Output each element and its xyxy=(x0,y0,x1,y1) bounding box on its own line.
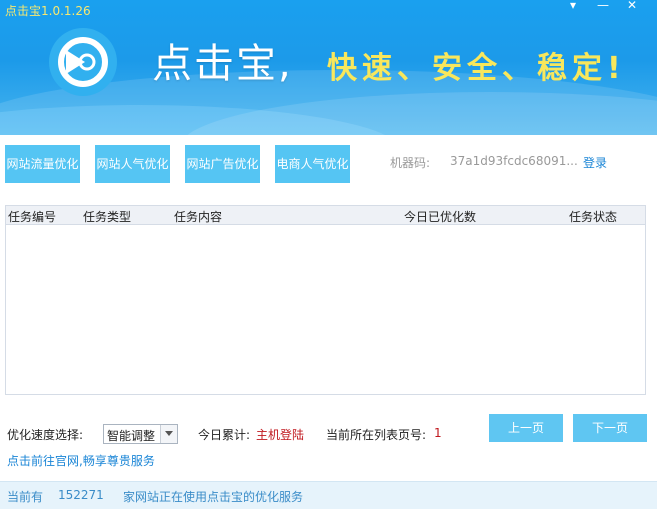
slogan-sub: 快速、安全、稳定! xyxy=(327,51,626,86)
status-suffix: 家网站正在使用点击宝的优化服务 xyxy=(123,490,304,504)
dropdown-icon[interactable]: ▾ xyxy=(563,0,583,12)
page-number-value: 1 xyxy=(434,426,442,440)
chevron-down-icon[interactable] xyxy=(160,425,177,443)
page-number-label: 当前所在列表页号: xyxy=(326,428,427,442)
column-header-today-count[interactable]: 今日已优化数 xyxy=(404,208,476,225)
machine-code-label: 机器码: xyxy=(390,156,431,170)
column-header-task-type[interactable]: 任务类型 xyxy=(83,208,131,225)
next-page-button[interactable]: 下一页 xyxy=(573,414,647,442)
play-circle-icon xyxy=(49,28,117,96)
today-total-label: 今日累计: xyxy=(198,428,251,442)
status-count: 152271 xyxy=(58,488,104,502)
website-traffic-button[interactable]: 网站流量优化 xyxy=(5,145,80,183)
login-link[interactable]: 登录 xyxy=(583,154,607,171)
status-prefix: 当前有 xyxy=(7,490,44,504)
table-header: 任务编号 任务类型 任务内容 今日已优化数 任务状态 xyxy=(6,206,645,225)
website-popularity-button[interactable]: 网站人气优化 xyxy=(95,145,170,183)
close-button[interactable]: ✕ xyxy=(622,0,642,12)
task-table[interactable]: 任务编号 任务类型 任务内容 今日已优化数 任务状态 xyxy=(5,205,646,395)
window-title: 点击宝1.0.1.26 xyxy=(5,4,91,18)
column-header-task-id[interactable]: 任务编号 xyxy=(8,208,56,225)
speed-select[interactable]: 智能调整 xyxy=(103,424,178,444)
slogan-main: 点击宝, xyxy=(152,41,293,87)
column-header-task-content[interactable]: 任务内容 xyxy=(174,208,222,225)
speed-label: 优化速度选择: xyxy=(7,428,84,442)
ecommerce-popularity-button[interactable]: 电商人气优化 xyxy=(275,145,350,183)
column-header-task-status[interactable]: 任务状态 xyxy=(569,208,617,225)
machine-code-value: 37a1d93fcdc68091... xyxy=(450,154,578,168)
website-ad-button[interactable]: 网站广告优化 xyxy=(185,145,260,183)
banner: 点击宝1.0.1.26 ▾ — ✕ 点击宝, 快速、安全、稳定! xyxy=(0,0,657,135)
prev-page-button[interactable]: 上一页 xyxy=(489,414,563,442)
minimize-button[interactable]: — xyxy=(593,0,613,12)
today-total-value: 主机登陆 xyxy=(256,428,305,442)
status-bar: 当前有 152271 家网站正在使用点击宝的优化服务 xyxy=(0,481,657,509)
official-site-link[interactable]: 点击前往官网,畅享尊贵服务 xyxy=(7,452,155,469)
speed-select-value: 智能调整 xyxy=(107,429,156,443)
